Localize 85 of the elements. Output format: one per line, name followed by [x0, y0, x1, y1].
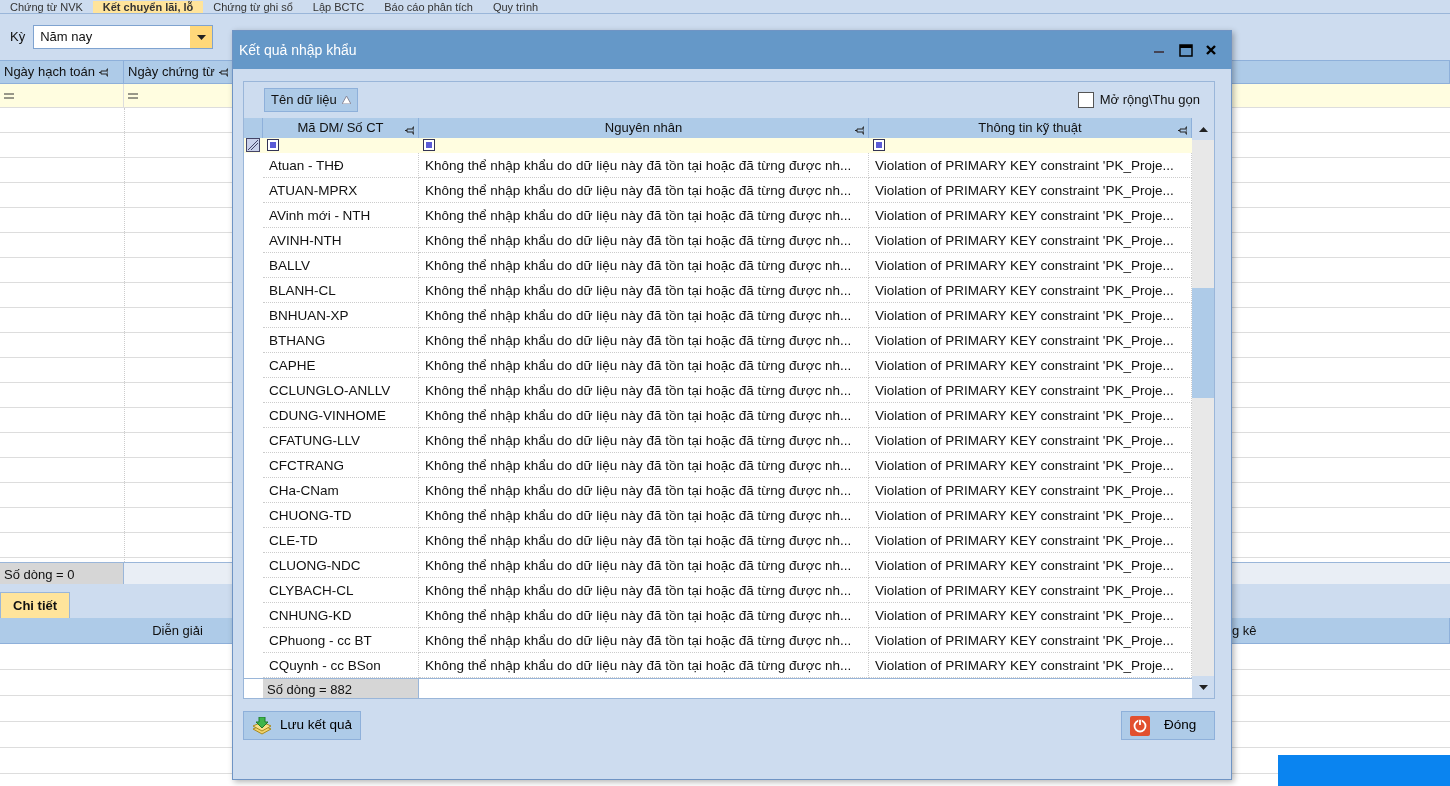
checkbox[interactable] — [1077, 92, 1094, 108]
save-button[interactable]: Lưu kết quả — [243, 711, 362, 740]
table-cell: Không thể nhập khẩu do dữ liệu này đã tồn tại hoặc đã từng được nh... — [419, 653, 869, 678]
table-cell: Không thể nhập khẩu do dữ liệu này đã tồn tại hoặc đã từng được nh... — [419, 228, 869, 253]
table-cell: Không thể nhập khẩu do dữ liệu này đã tồn tại hoặc đã từng được nh... — [419, 453, 869, 478]
close-button[interactable]: Đóng — [1121, 711, 1215, 740]
table-cell: CCLUNGLO-ANLLV — [263, 378, 419, 403]
period-dropdown[interactable]: Năm nay — [33, 25, 214, 49]
table-cell: CLYBACH-CL — [263, 578, 419, 603]
tab[interactable]: Lập BCTC — [302, 1, 375, 13]
table-cell: Không thể nhập khẩu do dữ liệu này đã tồn tại hoặc đã từng được nh... — [419, 328, 869, 353]
scroll-down-icon — [1198, 684, 1208, 690]
table-cell: CFATUNG-LLV — [263, 428, 419, 453]
scrollbar[interactable] — [1192, 118, 1214, 698]
table-cell: CHa-CNam — [263, 478, 419, 503]
table-cell: Không thể nhập khẩu do dữ liệu này đã tồn tại hoặc đã từng được nh... — [419, 428, 869, 453]
power-icon — [1130, 715, 1150, 736]
table-cell: Không thể nhập khẩu do dữ liệu này đã tồn tại hoặc đã từng được nh... — [419, 378, 869, 403]
table-cell: CLUONG-NDC — [263, 553, 419, 578]
close-icon[interactable] — [1205, 43, 1219, 57]
table-cell: Không thể nhập khẩu do dữ liệu này đã tồn tại hoặc đã từng được nh... — [419, 253, 869, 278]
pin-icon — [405, 125, 414, 136]
tab[interactable]: Quy trình — [482, 1, 549, 13]
tab[interactable]: Báo cáo phân tích — [374, 1, 483, 13]
table-cell: AVINH-NTH — [263, 228, 419, 253]
table-cell: CAPHE — [263, 353, 419, 378]
table-cell: Không thể nhập khẩu do dữ liệu này đã tồn tại hoặc đã từng được nh... — [419, 178, 869, 203]
table-cell: AVinh mới - NTH — [263, 203, 419, 228]
table-cell: Atuan - THĐ — [263, 153, 419, 178]
equals-icon — [128, 92, 138, 99]
table-cell: CNHUNG-KD — [263, 603, 419, 628]
table-cell: CHUONG-TD — [263, 503, 419, 528]
filter-editor-icon — [246, 138, 260, 153]
table-cell: CFCTRANG — [263, 453, 419, 478]
column-header[interactable]: Ngày hạch toán — [0, 61, 124, 83]
window-title: Kết quả nhập khẩu — [239, 40, 358, 60]
column-header: Diễn giải — [152, 621, 203, 640]
dropdown-arrow-icon — [196, 34, 206, 40]
period-label: Kỳ — [10, 28, 26, 47]
tab[interactable]: Chi tiết — [0, 591, 71, 618]
filter-icon — [267, 139, 279, 152]
table-cell: BTHANG — [263, 328, 419, 353]
table-cell: BALLV — [263, 253, 419, 278]
table-cell: Không thể nhập khẩu do dữ liệu này đã tồn tại hoặc đã từng được nh... — [419, 553, 869, 578]
table-cell: Không thể nhập khẩu do dữ liệu này đã tồn tại hoặc đã từng được nh... — [419, 353, 869, 378]
column-header[interactable]: Mã DM/ Số CT — [263, 118, 419, 138]
table-cell: Không thể nhập khẩu do dữ liệu này đã tồn tại hoặc đã từng được nh... — [419, 528, 869, 553]
table-cell: CDUNG-VINHOME — [263, 403, 419, 428]
tab[interactable]: Chứng từ NVK — [0, 1, 93, 13]
equals-icon — [4, 92, 14, 99]
table-cell: Không thể nhập khẩu do dữ liệu này đã tồn tại hoặc đã từng được nh... — [419, 578, 869, 603]
maximize-icon[interactable] — [1179, 43, 1193, 57]
column-header: g kê — [1232, 621, 1257, 640]
tab[interactable]: Kết chuyển lãi, lỗ — [92, 1, 204, 13]
table-cell: ATUAN-MPRX — [263, 178, 419, 203]
scroll-thumb[interactable] — [1192, 288, 1214, 398]
row-count: Số dòng = 882 — [263, 679, 419, 698]
stack-download-icon — [252, 716, 272, 735]
pin-icon — [99, 66, 109, 78]
table-cell: CPhuong - cc BT — [263, 628, 419, 653]
tab[interactable]: Chứng từ ghi sổ — [203, 1, 303, 13]
table-cell: Không thể nhập khẩu do dữ liệu này đã tồn tại hoặc đã từng được nh... — [419, 478, 869, 503]
table-cell: Không thể nhập khẩu do dữ liệu này đã tồn tại hoặc đã từng được nh... — [419, 303, 869, 328]
column-header[interactable]: Nguyên nhân — [419, 118, 869, 138]
pin-icon — [1178, 125, 1187, 136]
scroll-up-icon — [1198, 126, 1208, 132]
table-cell: Không thể nhập khẩu do dữ liệu này đã tồn tại hoặc đã từng được nh... — [419, 403, 869, 428]
pin-icon — [218, 66, 228, 78]
table-cell: CQuynh - cc BSon — [263, 653, 419, 678]
table-cell: BLANH-CL — [263, 278, 419, 303]
row-count: Số dòng = 0 — [0, 563, 124, 584]
table-cell: BNHUAN-XP — [263, 303, 419, 328]
table-cell: Không thể nhập khẩu do dữ liệu này đã tồn tại hoặc đã từng được nh... — [419, 603, 869, 628]
sort-ascending-icon — [341, 96, 351, 104]
group-by-chip[interactable]: Tên dữ liệu — [264, 88, 358, 112]
table-cell: Không thể nhập khẩu do dữ liệu này đã tồn tại hoặc đã từng được nh... — [419, 503, 869, 528]
checkbox-label: Mở rộng\Thu gọn — [1099, 91, 1200, 110]
filter-icon — [423, 139, 435, 152]
pin-icon — [855, 125, 864, 136]
table-cell: CLE-TD — [263, 528, 419, 553]
table-cell: Không thể nhập khẩu do dữ liệu này đã tồn tại hoặc đã từng được nh... — [419, 203, 869, 228]
table-cell: Không thể nhập khẩu do dữ liệu này đã tồn tại hoặc đã từng được nh... — [419, 628, 869, 653]
table-cell: Không thể nhập khẩu do dữ liệu này đã tồn tại hoặc đã từng được nh... — [419, 153, 869, 178]
table-cell: Không thể nhập khẩu do dữ liệu này đã tồn tại hoặc đã từng được nh... — [419, 278, 869, 303]
filter-icon — [873, 139, 885, 152]
